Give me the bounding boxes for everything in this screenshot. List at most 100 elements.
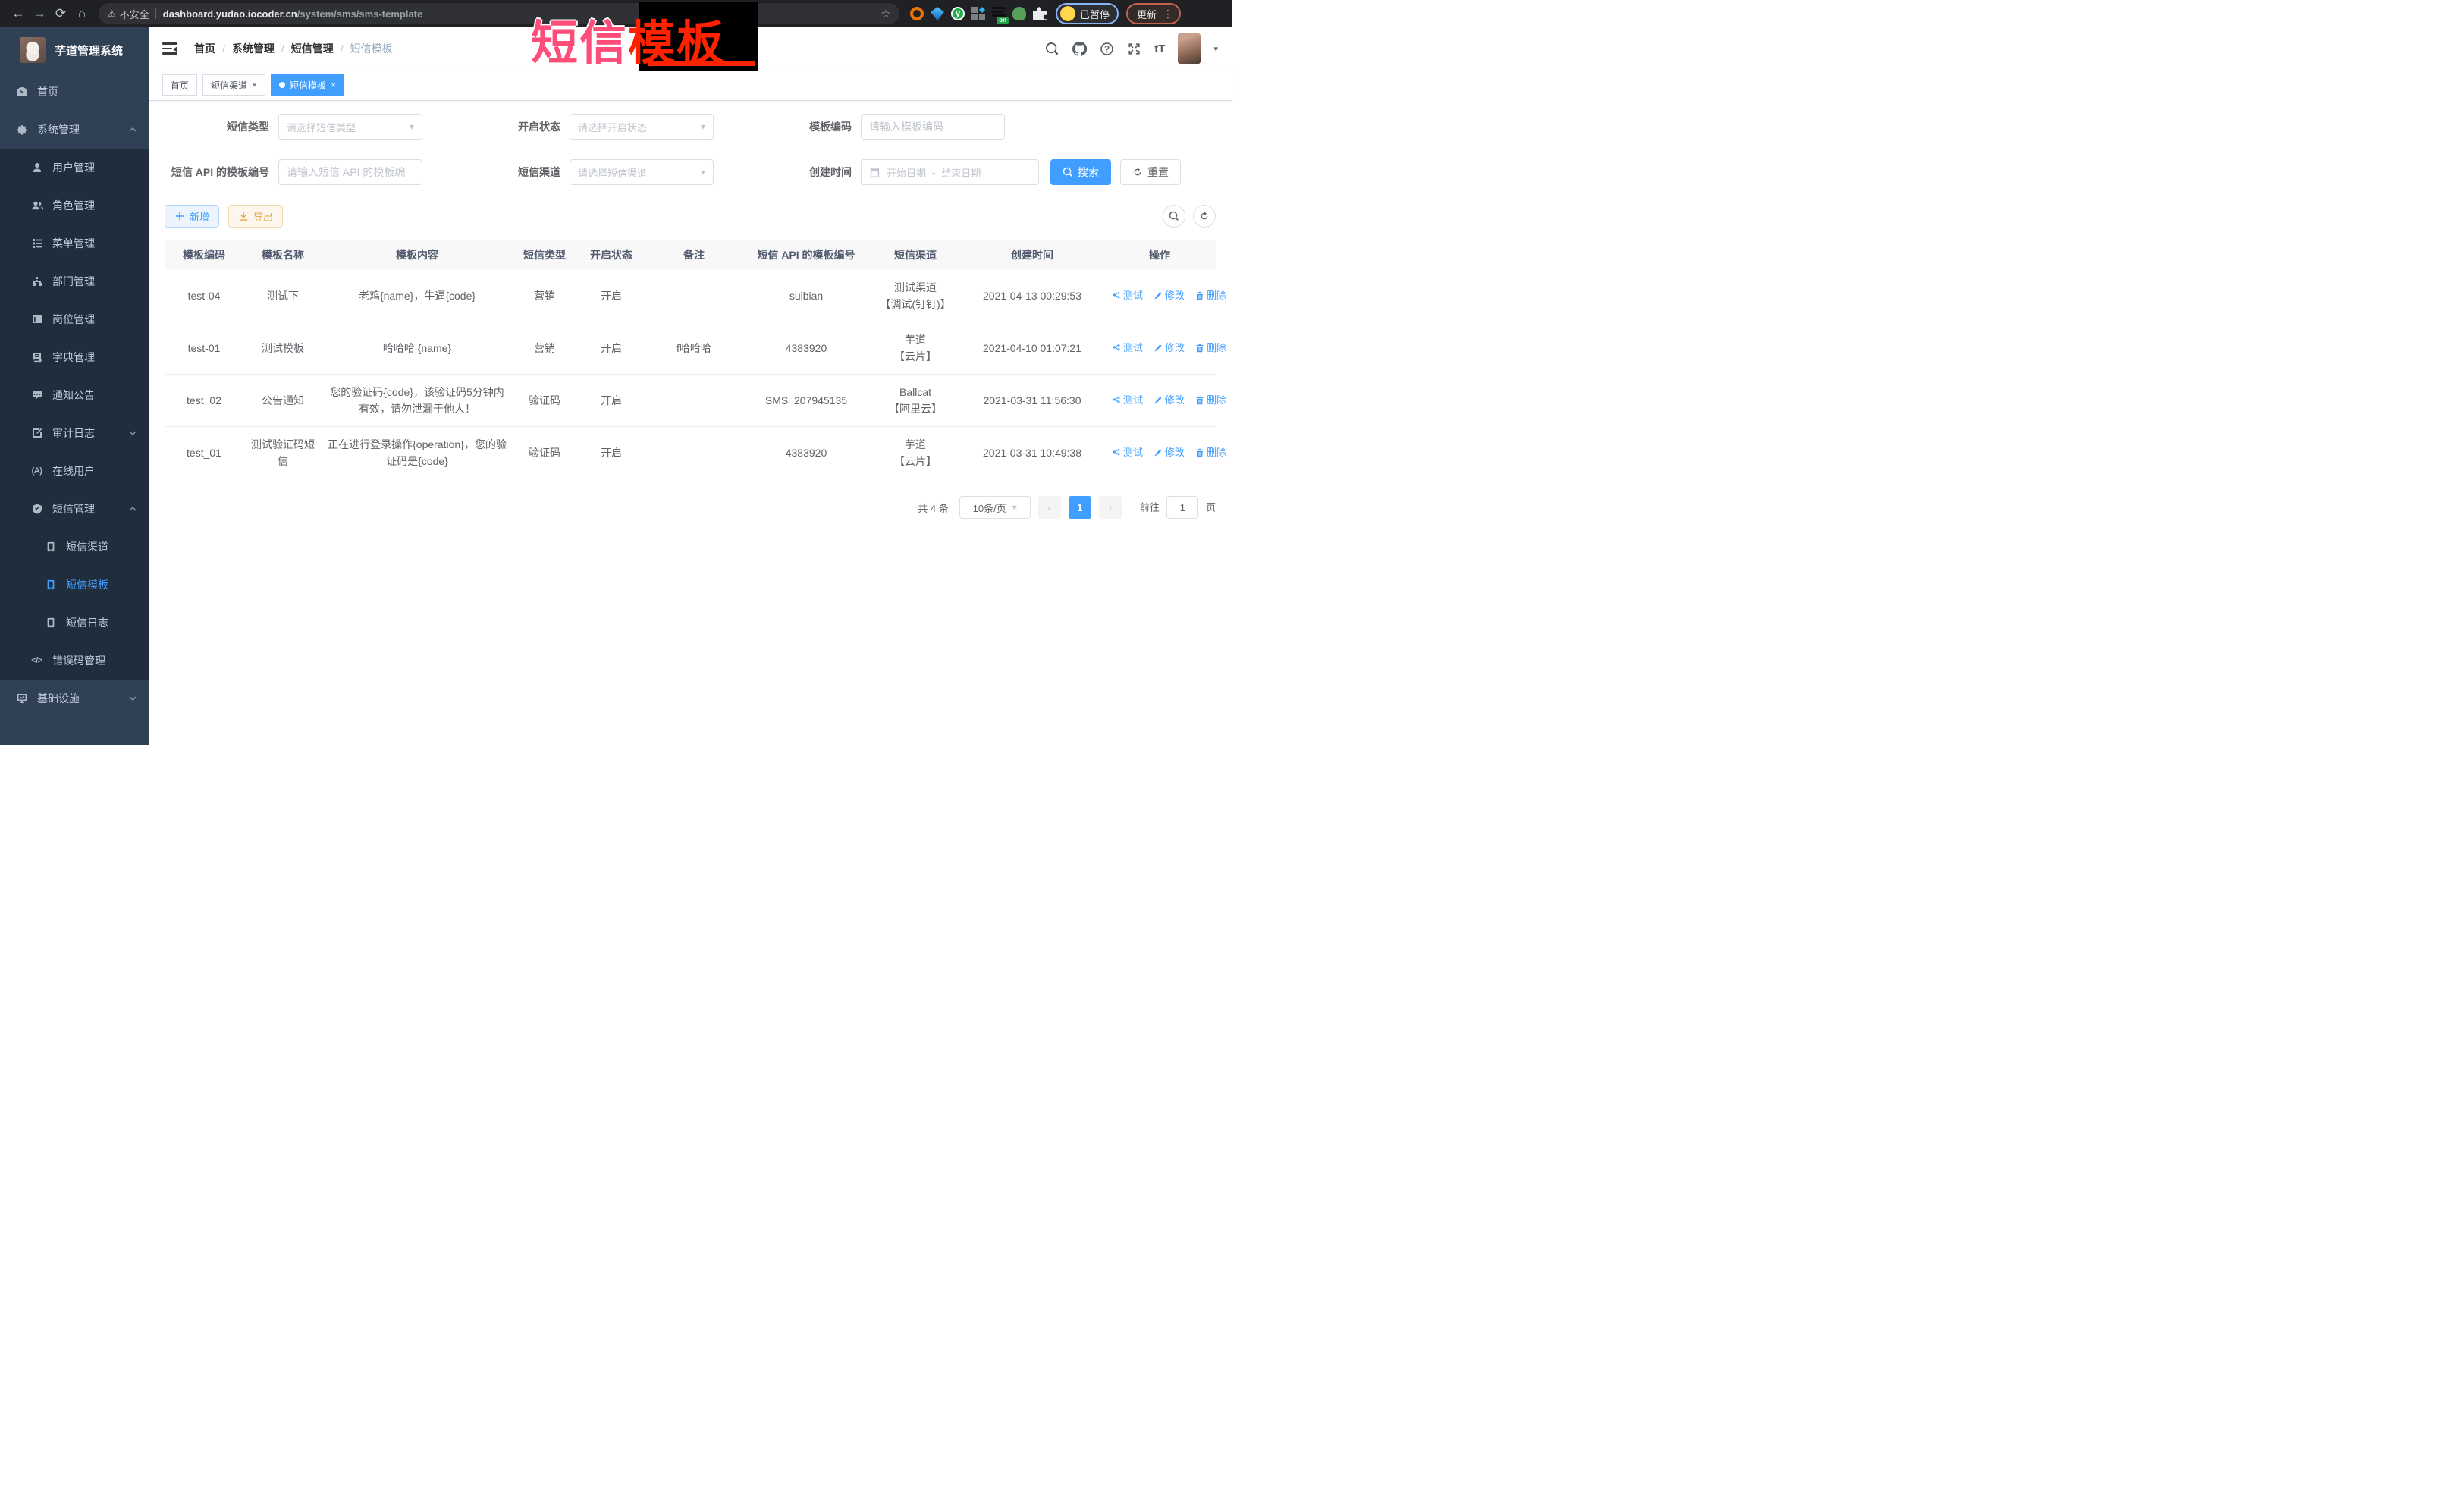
next-page-button[interactable]: ›	[1099, 496, 1122, 519]
page-size-select[interactable]: 10条/页 ▾	[959, 496, 1031, 519]
github-icon[interactable]	[1072, 42, 1087, 56]
test-link[interactable]: 测试	[1112, 444, 1143, 461]
browser-menu-icon[interactable]: ⋮	[1163, 8, 1173, 20]
add-button[interactable]: 新增	[165, 205, 219, 228]
close-icon[interactable]: ×	[252, 80, 257, 90]
extensions-puzzle-icon[interactable]	[1033, 7, 1047, 20]
reload-icon[interactable]: ⟳	[50, 3, 71, 24]
edit-link[interactable]: 修改	[1154, 392, 1185, 409]
extension-grid-icon[interactable]	[971, 7, 985, 20]
help-icon[interactable]	[1100, 42, 1114, 56]
search-button[interactable]: 搜索	[1050, 159, 1111, 185]
extension-kite-icon[interactable]	[931, 7, 944, 20]
search-icon[interactable]	[1045, 42, 1059, 56]
table-header-row: 模板编码 模板名称 模板内容 短信类型 开启状态 备注 短信 API 的模板编号…	[165, 240, 1216, 270]
col-channel: 短信渠道	[870, 240, 961, 270]
tab-home[interactable]: 首页	[162, 74, 197, 96]
security-label[interactable]: 不安全	[120, 7, 149, 21]
reset-button[interactable]: 重置	[1120, 159, 1181, 185]
browser-profile-chip[interactable]: 已暂停	[1056, 3, 1119, 24]
sidebar-item-error-codes[interactable]: </> 错误码管理	[0, 642, 149, 680]
toggle-search-button[interactable]	[1163, 205, 1185, 228]
tab-sms-channel[interactable]: 短信渠道 ×	[202, 74, 265, 96]
avatar-caret-icon[interactable]: ▾	[1213, 44, 1218, 54]
bookmark-star-icon[interactable]: ☆	[880, 8, 890, 20]
sidebar-item-audit-log[interactable]: 审计日志	[0, 414, 149, 452]
sidebar-item-infrastructure[interactable]: 基础设施	[0, 680, 149, 717]
tab-sms-template[interactable]: 短信模板 ×	[271, 74, 344, 96]
sidebar-item-dict[interactable]: 字典管理	[0, 338, 149, 376]
sidebar-item-posts[interactable]: 岗位管理	[0, 300, 149, 338]
sidebar-item-menus[interactable]: 菜单管理	[0, 224, 149, 262]
edit-link[interactable]: 修改	[1154, 444, 1185, 461]
edit-link[interactable]: 修改	[1154, 287, 1185, 304]
menu-tree-icon	[30, 237, 43, 250]
status-select[interactable]: 请选择开启状态 ▾	[570, 114, 714, 140]
extension-list-icon[interactable]: on	[992, 7, 1006, 20]
breadcrumb-home[interactable]: 首页	[194, 41, 215, 56]
forward-icon[interactable]: →	[29, 3, 50, 24]
sidebar-item-users[interactable]: 用户管理	[0, 149, 149, 187]
sidebar-item-sms-template[interactable]: 短信模板	[0, 566, 149, 604]
sidebar-item-notices[interactable]: 通知公告	[0, 376, 149, 414]
export-button[interactable]: 导出	[228, 205, 283, 228]
close-icon[interactable]: ×	[331, 80, 336, 90]
calendar-icon	[869, 167, 880, 178]
sidebar-item-online-users[interactable]: (A) 在线用户	[0, 452, 149, 490]
sidebar-fold-icon[interactable]	[162, 42, 177, 55]
user-avatar[interactable]	[1178, 33, 1201, 64]
date-range-picker[interactable]: 开始日期 - 结束日期	[861, 159, 1039, 185]
breadcrumb-sms[interactable]: 短信管理	[291, 41, 334, 56]
trash-icon	[1195, 448, 1204, 457]
code-icon: </>	[30, 654, 43, 667]
api-template-id-input[interactable]	[287, 166, 414, 178]
main-area: 首页 / 系统管理 / 短信管理 / 短信模板 tT ▾ 首页	[149, 27, 1232, 746]
sidebar-item-system[interactable]: 系统管理	[0, 111, 149, 149]
current-page-button[interactable]: 1	[1069, 496, 1091, 519]
pencil-icon	[1154, 448, 1163, 457]
test-link[interactable]: 测试	[1112, 287, 1143, 304]
status-label: 开启状态	[456, 119, 570, 134]
extensions-row: y on	[910, 7, 1047, 20]
goto-page-input[interactable]	[1166, 496, 1198, 519]
trash-icon	[1195, 291, 1204, 300]
template-code-input[interactable]	[869, 121, 997, 133]
chevron-down-icon: ▾	[701, 167, 705, 177]
template-code-field	[861, 114, 1005, 140]
extension-y-icon[interactable]: y	[951, 7, 965, 20]
sidebar-item-departments[interactable]: 部门管理	[0, 262, 149, 300]
search-icon	[1169, 211, 1179, 221]
sidebar-item-roles[interactable]: 角色管理	[0, 187, 149, 224]
sidebar-item-home[interactable]: 首页	[0, 73, 149, 111]
breadcrumb-system[interactable]: 系统管理	[232, 41, 275, 56]
prev-page-button[interactable]: ‹	[1038, 496, 1061, 519]
channel-select[interactable]: 请选择短信渠道 ▾	[570, 159, 714, 185]
test-link[interactable]: 测试	[1112, 392, 1143, 409]
font-size-icon[interactable]: tT	[1154, 42, 1165, 55]
page-content: 短信类型 请选择短信类型 ▾ 开启状态 请选择开启状态 ▾ 模板编码	[149, 101, 1232, 519]
monitor-icon	[15, 692, 28, 705]
app-logo-row[interactable]: 芋道管理系统	[0, 27, 149, 73]
back-icon[interactable]: ←	[8, 3, 29, 24]
refresh-table-button[interactable]	[1193, 205, 1216, 228]
extension-person-icon[interactable]	[1012, 7, 1026, 20]
test-link[interactable]: 测试	[1112, 340, 1143, 356]
fullscreen-icon[interactable]	[1127, 42, 1141, 56]
user-icon	[30, 162, 43, 174]
plus-icon	[174, 211, 185, 221]
delete-link[interactable]: 删除	[1195, 287, 1226, 304]
sidebar-item-sms-channel[interactable]: 短信渠道	[0, 528, 149, 566]
url-bar[interactable]: ⚠ 不安全 dashboard.yudao.iocoder.cn /system…	[99, 3, 899, 24]
breadcrumb-separator: /	[222, 42, 225, 55]
delete-link[interactable]: 删除	[1195, 444, 1226, 461]
home-icon[interactable]: ⌂	[71, 3, 93, 24]
col-api-template-id: 短信 API 的模板编号	[742, 240, 870, 270]
delete-link[interactable]: 删除	[1195, 340, 1226, 356]
extension-donut-icon[interactable]	[910, 7, 924, 20]
browser-update-button[interactable]: 更新 ⋮	[1126, 3, 1181, 24]
sidebar-item-sms-log[interactable]: 短信日志	[0, 604, 149, 642]
edit-link[interactable]: 修改	[1154, 340, 1185, 356]
sms-type-select[interactable]: 请选择短信类型 ▾	[278, 114, 422, 140]
sidebar-item-sms[interactable]: 短信管理	[0, 490, 149, 528]
delete-link[interactable]: 删除	[1195, 392, 1226, 409]
